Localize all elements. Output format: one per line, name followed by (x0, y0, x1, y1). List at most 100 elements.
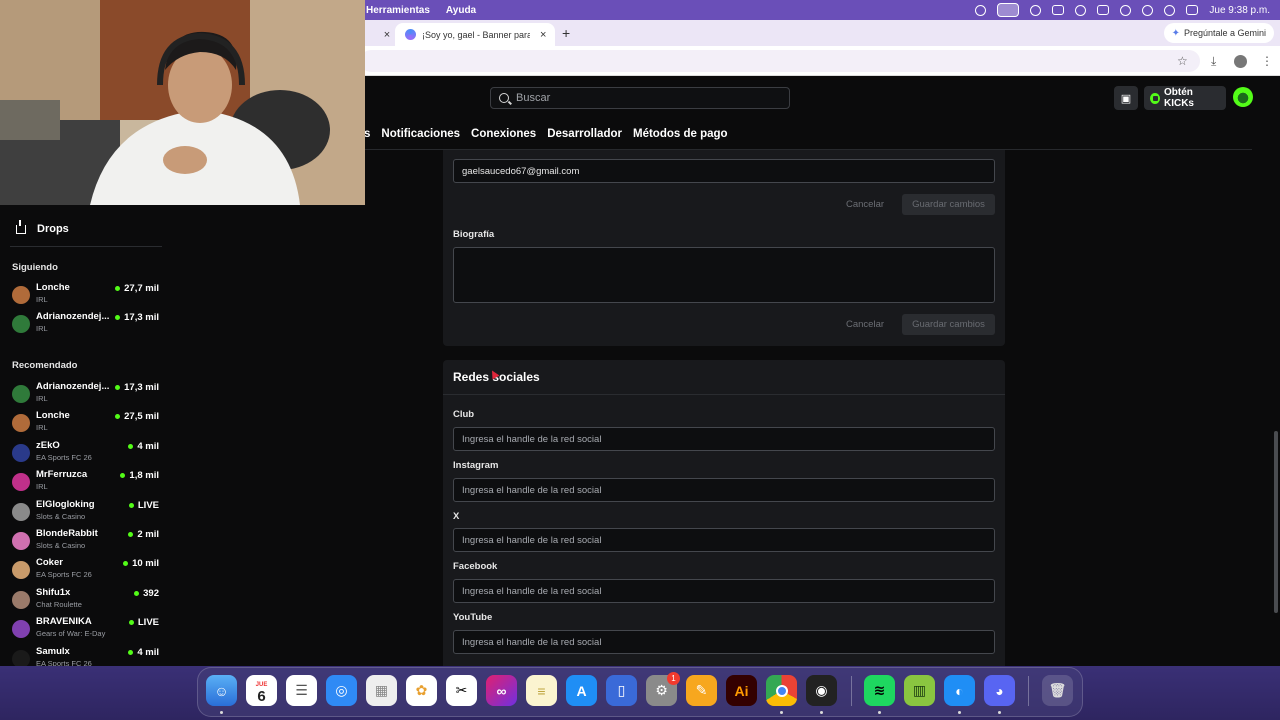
search-icon (499, 93, 509, 103)
viewer-count: 392 (134, 588, 159, 599)
youtube-input[interactable]: Ingresa el handle de la red social (453, 630, 995, 654)
app-store-icon[interactable]: A (566, 675, 597, 706)
iphone-mirroring-icon[interactable]: ▯ (606, 675, 637, 706)
discord-icon[interactable]: ◕ (984, 675, 1015, 706)
control-center-icon[interactable] (1186, 5, 1199, 15)
photos-icon[interactable]: ✿ (406, 675, 437, 706)
gemini-button[interactable]: ✦ Pregúntale a Gemini (1163, 23, 1274, 43)
instagram-input[interactable]: Ingresa el handle de la red social (453, 478, 995, 502)
url-field[interactable] (360, 50, 1200, 72)
channel-item[interactable]: Adrianozendej... IRL 17,3 mil (0, 309, 165, 338)
cancel-button[interactable]: Cancelar (846, 199, 884, 210)
spotify-icon[interactable]: ≋ (864, 675, 895, 706)
obs-dock-icon[interactable]: ◉ (806, 675, 837, 706)
live-dot-icon (115, 414, 121, 420)
channel-item[interactable]: zEkO EA Sports FC 26 4 mil (0, 438, 165, 467)
user-avatar[interactable] (1233, 87, 1253, 107)
channel-item[interactable]: BlondeRabbit Slots & Casino 2 mil (0, 526, 165, 555)
obs-icon[interactable] (1030, 4, 1042, 16)
channel-item[interactable]: ElGlogloking Slots & Casino LIVE (0, 497, 165, 526)
bio-save-button[interactable]: Guardar cambios (902, 314, 995, 335)
pages-icon[interactable]: ✎ (686, 675, 717, 706)
channel-item[interactable]: Coker EA Sports FC 26 10 mil (0, 555, 165, 584)
close-icon[interactable]: × (540, 29, 546, 41)
drops-link[interactable]: Drops (16, 219, 69, 235)
reminders-icon[interactable]: ☰ (286, 675, 317, 706)
tab-active[interactable]: ¡Soy yo, gael - Banner para Y × (395, 23, 555, 46)
memory-monitor-icon[interactable]: ▥ (904, 675, 935, 706)
capcut-icon[interactable]: ✂ (446, 675, 477, 706)
get-kicks-button[interactable]: Obtén KICKs (1144, 86, 1226, 110)
live-dot-icon (115, 286, 121, 291)
search-icon[interactable] (1142, 4, 1154, 16)
safari-icon[interactable]: ◎ (326, 675, 357, 706)
headphones-icon[interactable] (1120, 4, 1132, 16)
tab-previous[interactable]: × (370, 23, 394, 46)
viewer-count-text: 10 mil (132, 558, 159, 570)
menubar-clock[interactable]: Jue 9:38 p.m. (1209, 5, 1270, 16)
search-input[interactable]: Buscar (490, 87, 790, 109)
channel-name: zEkO (36, 439, 60, 451)
running-indicator (780, 711, 783, 714)
download-icon[interactable]: ⤓ (1211, 54, 1216, 69)
settings-tabs: s Notificaciones Conexiones Desarrollado… (364, 120, 728, 148)
drops-icon (16, 219, 26, 234)
facebook-placeholder: Ingresa el handle de la red social (462, 585, 602, 597)
profile-icon[interactable] (1234, 55, 1247, 68)
play-icon[interactable] (1075, 4, 1087, 16)
user-icon[interactable] (1164, 4, 1176, 16)
tab-notificaciones[interactable]: Notificaciones (381, 120, 460, 148)
display-icon[interactable] (1097, 5, 1110, 15)
webcam-image (0, 0, 365, 205)
notes-icon[interactable]: ≡ (526, 675, 557, 706)
illustrator-icon[interactable]: Ai (726, 675, 757, 706)
gemini-favicon-icon (405, 29, 416, 40)
screen-share-icon[interactable] (975, 4, 987, 16)
tab-metodos-de-pago[interactable]: Métodos de pago (633, 120, 728, 148)
channel-item[interactable]: Samulx EA Sports FC 26 4 mil (0, 644, 165, 666)
channel-item[interactable]: Lonche IRL 27,5 mil (0, 408, 165, 437)
channel-item[interactable]: Shifu1x Chat Roulette 392 (0, 585, 165, 614)
viewer-count: 2 mil (128, 529, 159, 540)
email-field[interactable]: gaelsaucedo67@gmail.com (453, 159, 995, 183)
close-icon[interactable]: × (384, 29, 390, 41)
bookmark-star-icon[interactable]: ☆ (1177, 54, 1188, 68)
save-button[interactable]: Guardar cambios (902, 194, 995, 215)
x-input[interactable]: Ingresa el handle de la red social (453, 528, 995, 552)
live-dot-icon (115, 385, 121, 390)
bio-textarea[interactable] (453, 247, 995, 303)
calendar-icon[interactable]: JUE 6 (246, 675, 277, 706)
tab-conexiones[interactable]: Conexiones (471, 120, 536, 148)
chrome-icon[interactable] (766, 675, 797, 706)
dock-separator (851, 676, 852, 706)
channel-avatar (12, 315, 30, 334)
more-menu-icon[interactable]: ⋮ (1261, 54, 1273, 68)
facebook-input[interactable]: Ingresa el handle de la red social (453, 579, 995, 603)
channel-avatar (12, 502, 30, 521)
store-button[interactable]: ▣ (1114, 86, 1138, 110)
battery-icon[interactable] (1052, 5, 1065, 15)
trash-icon[interactable]: 🗑 (1042, 675, 1073, 706)
new-tab-icon[interactable]: + (562, 25, 570, 41)
channel-item[interactable]: Adrianozendej... IRL 17,3 mil (0, 379, 165, 408)
stage-manager-icon[interactable] (997, 3, 1020, 17)
profile-panel: gaelsaucedo67@gmail.com Cancelar Guardar… (443, 150, 1005, 346)
bio-cancel-button[interactable]: Cancelar (846, 319, 884, 330)
page-scrollbar[interactable] (1274, 431, 1278, 613)
kicks-coin-icon (1150, 92, 1160, 104)
tab-desarrollador[interactable]: Desarrollador (547, 120, 622, 148)
menu-ayuda[interactable]: Ayuda (446, 5, 476, 16)
viewer-count-text: 27,7 mil (124, 283, 159, 294)
launchpad-icon[interactable]: ▦ (366, 675, 397, 706)
channel-item[interactable]: Lonche IRL 27,7 mil (0, 280, 165, 309)
channel-item[interactable]: BRAVENIKA Gears of War: E-Day LIVE (0, 614, 165, 643)
finder-icon[interactable]: ☺ (206, 675, 237, 706)
channel-item[interactable]: MrFerruzca IRL 1,8 mil (0, 467, 165, 496)
club-input[interactable]: Ingresa el handle de la red social (453, 427, 995, 451)
viewer-count-text: 1,8 mil (129, 470, 159, 482)
viewer-count-text: 392 (143, 587, 159, 599)
channel-category: Slots & Casino (36, 511, 86, 521)
creative-cloud-icon[interactable]: ∞ (486, 675, 517, 706)
menu-herramientas[interactable]: Herramientas (366, 5, 430, 16)
quickshare-icon[interactable]: ◐ (944, 675, 975, 706)
